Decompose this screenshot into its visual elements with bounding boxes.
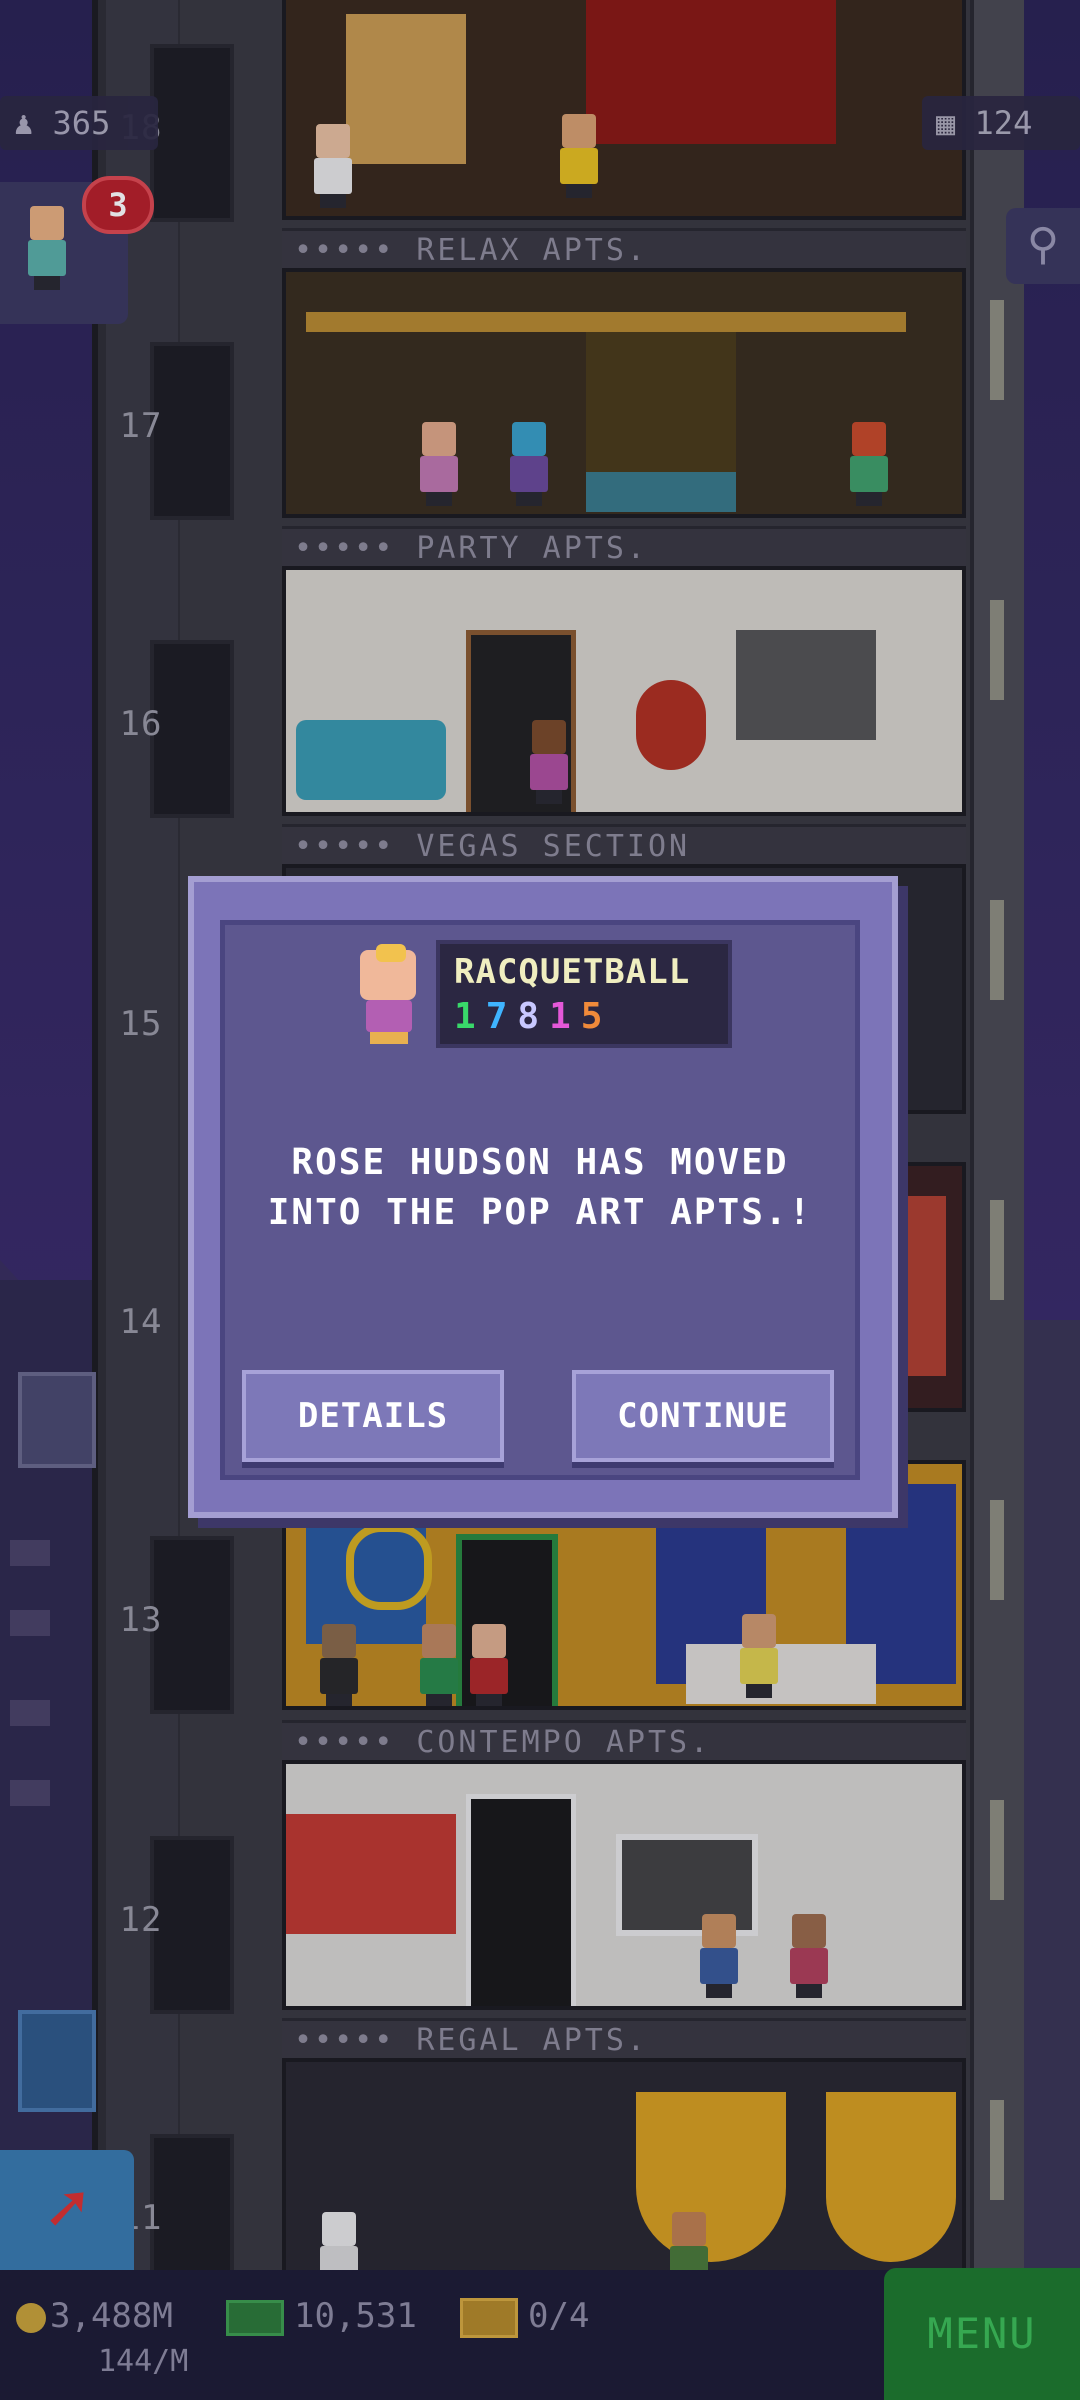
dialog-message: ROSE HUDSON HAS MOVED INTO THE POP ART A… — [267, 1142, 813, 1233]
dream-job-box: RACQUETBALL 17815 — [436, 940, 732, 1048]
details-button[interactable]: DETAILS — [242, 1370, 504, 1462]
dream-job-name: RACQUETBALL — [454, 952, 691, 992]
continue-button[interactable]: CONTINUE — [572, 1370, 834, 1462]
skill-stats: 17815 — [454, 996, 613, 1037]
bitizen-avatar — [356, 944, 420, 1044]
